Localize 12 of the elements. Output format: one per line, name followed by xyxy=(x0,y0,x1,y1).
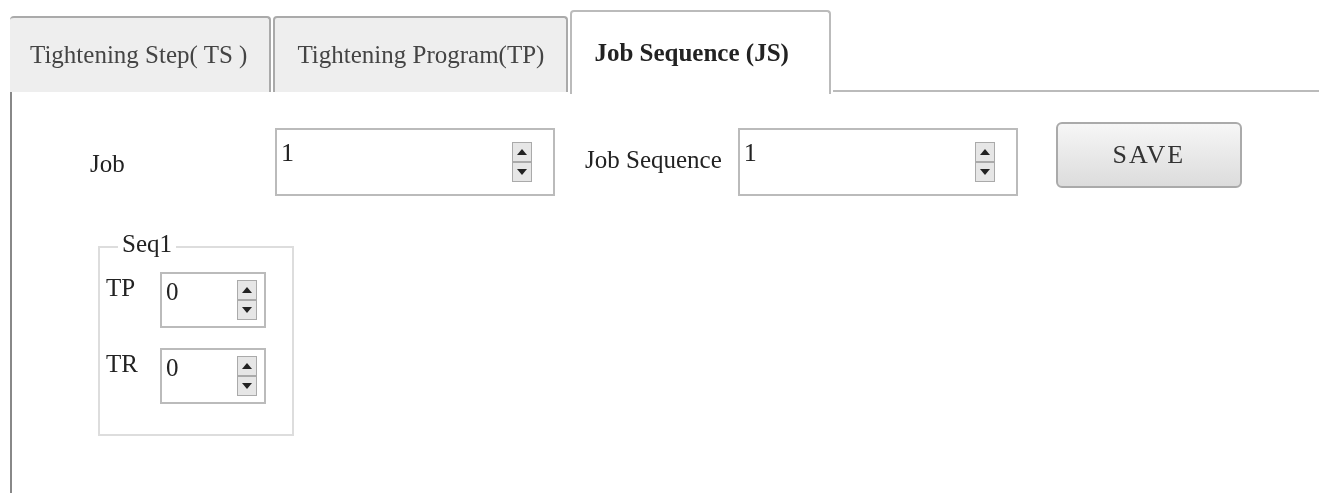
tab[interactable]: Tightening Step( TS ) xyxy=(10,16,272,92)
field-label: TR xyxy=(106,350,139,378)
field-label: TP xyxy=(106,274,137,302)
save-button[interactable]: SAVE xyxy=(1055,122,1242,188)
job-label: Job xyxy=(90,150,126,178)
tab[interactable]: Job Sequence (JS) xyxy=(570,10,831,94)
job-sequence-spin-field[interactable]: 1 xyxy=(737,128,1018,196)
spin-field[interactable]: 0 xyxy=(160,348,266,404)
tab[interactable]: Tightening Program(TP) xyxy=(273,16,569,92)
job-spin-field[interactable]: 1 xyxy=(275,128,555,196)
spin-field[interactable]: 0 xyxy=(160,272,266,328)
job-sequence-label: Job Sequence xyxy=(585,146,722,174)
